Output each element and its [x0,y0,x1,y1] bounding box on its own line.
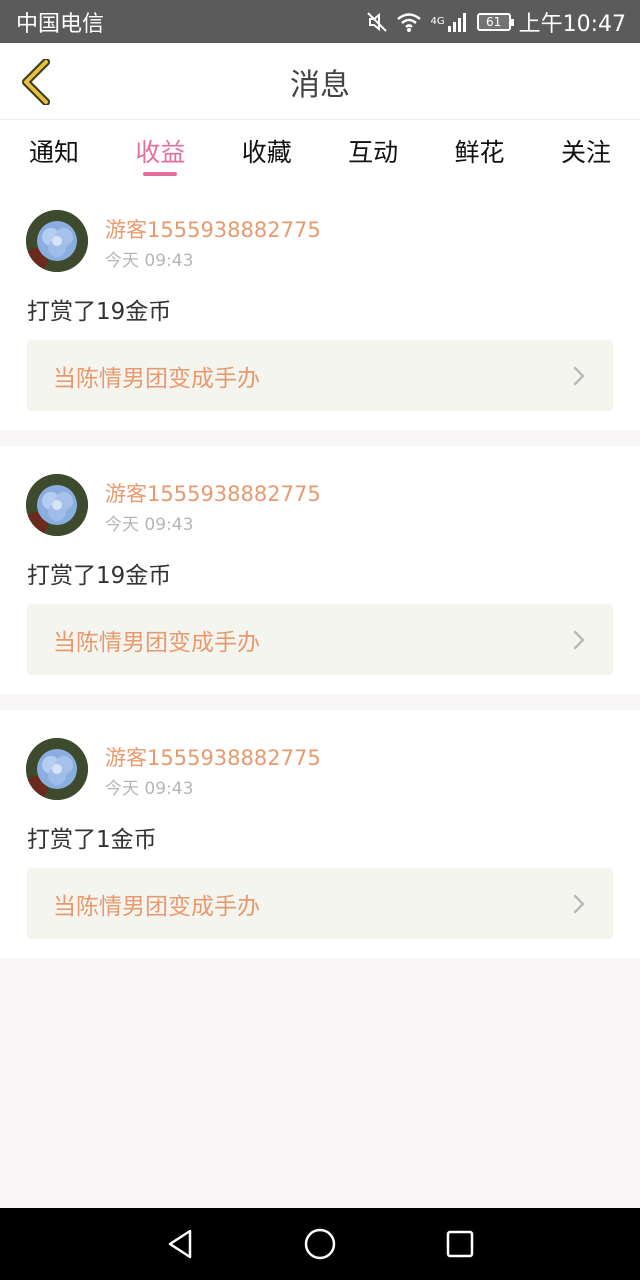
tab-favorites[interactable]: 收藏 [221,120,313,182]
mute-icon [367,11,388,32]
avatar[interactable] [26,210,88,272]
status-icons: 4G 61 上午10:47 [366,6,626,38]
circle-home-icon [304,1228,336,1260]
triangle-back-icon [168,1229,192,1259]
message-card: 游客1555938882775 今天 09:43 打赏了19金币 当陈情男团变成… [0,182,640,430]
nav-back-button[interactable] [150,1214,210,1274]
timestamp: 今天 09:43 [105,515,194,535]
tab-earnings[interactable]: 收益 [114,120,206,182]
clock: 上午10:47 [518,11,626,37]
username[interactable]: 游客1555938882775 [105,214,321,244]
username[interactable]: 游客1555938882775 [105,478,321,508]
header: 消息 [0,43,640,120]
battery-level: 61 [485,14,502,29]
message-text: 打赏了1金币 [27,827,157,853]
avatar[interactable] [26,738,88,800]
message-list: 游客1555938882775 今天 09:43 打赏了19金币 当陈情男团变成… [0,182,640,974]
nav-home-button[interactable] [290,1214,350,1274]
message-text: 打赏了19金币 [27,299,172,325]
linked-work-button[interactable]: 当陈情男团变成手办 [27,868,613,939]
message-card: 游客1555938882775 今天 09:43 打赏了1金币 当陈情男团变成手… [0,710,640,958]
linked-work-title: 当陈情男团变成手办 [53,365,260,392]
status-bar: 中国电信 4G 61 上午10:47 [0,0,640,43]
tab-interactions[interactable]: 互动 [327,120,419,182]
tab-flowers[interactable]: 鲜花 [434,120,526,182]
avatar[interactable] [26,474,88,536]
carrier-label: 中国电信 [16,11,105,37]
nav-recents-button[interactable] [430,1214,490,1274]
signal-icon [447,12,466,32]
chevron-right-icon [573,630,585,649]
message-text: 打赏了19金币 [27,563,172,589]
timestamp: 今天 09:43 [105,779,194,799]
chevron-right-icon [573,366,585,385]
back-button[interactable] [14,57,60,107]
chevron-left-icon [22,59,50,105]
battery-icon: 61 [476,12,514,31]
square-recents-icon [446,1230,474,1258]
system-nav-bar [0,1208,640,1280]
linked-work-title: 当陈情男团变成手办 [53,629,260,656]
username[interactable]: 游客1555938882775 [105,742,321,772]
tab-following[interactable]: 关注 [540,120,632,182]
linked-work-button[interactable]: 当陈情男团变成手办 [27,340,613,411]
wifi-icon [397,12,422,32]
linked-work-button[interactable]: 当陈情男团变成手办 [27,604,613,675]
linked-work-title: 当陈情男团变成手办 [53,893,260,920]
tab-bar: 通知 收益 收藏 互动 鲜花 关注 [0,120,640,182]
message-card: 游客1555938882775 今天 09:43 打赏了19金币 当陈情男团变成… [0,446,640,694]
page-title: 消息 [290,67,350,103]
chevron-right-icon [573,894,585,913]
timestamp: 今天 09:43 [105,251,194,271]
network-type: 4G [430,15,445,27]
tab-notifications[interactable]: 通知 [8,120,100,182]
